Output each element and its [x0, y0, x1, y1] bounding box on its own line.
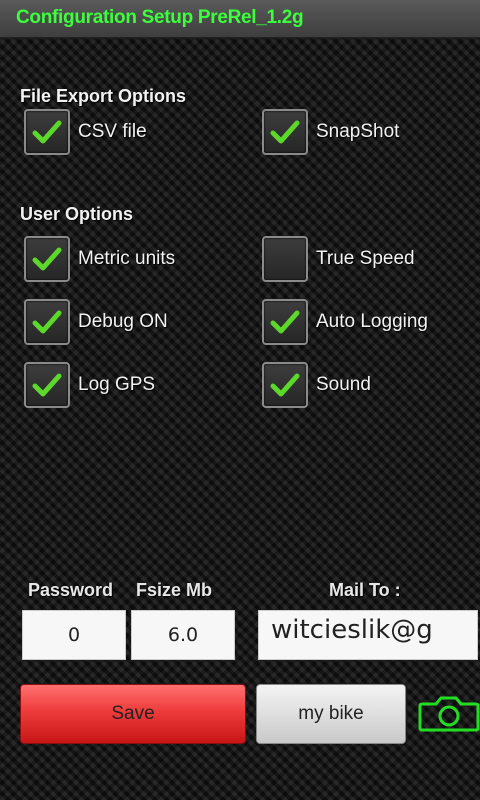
check-icon [32, 120, 62, 144]
app-title: Configuration Setup PreRel_1.2g [16, 7, 304, 28]
checkbox-label: Debug ON [78, 311, 168, 332]
check-icon [32, 247, 62, 271]
checkbox-label: True Speed [316, 248, 415, 269]
user-options-heading: User Options [20, 204, 134, 224]
checkbox-box[interactable] [262, 109, 308, 155]
checkbox-box[interactable] [262, 362, 308, 408]
password-input[interactable]: 0 [22, 610, 126, 660]
checkbox-box[interactable] [262, 236, 308, 282]
my-bike-button[interactable]: my bike [256, 684, 406, 744]
checkbox-box[interactable] [24, 362, 70, 408]
log-gps-checkbox[interactable]: Log GPS [24, 362, 155, 408]
checkbox-label: Log GPS [78, 374, 156, 395]
auto-logging-checkbox[interactable]: Auto Logging [262, 299, 428, 345]
check-icon [270, 120, 300, 144]
true-speed-checkbox[interactable]: True Speed [262, 236, 415, 282]
checkbox-label: SnapShot [316, 121, 400, 142]
checkbox-label: Sound [316, 374, 371, 395]
check-icon [32, 310, 62, 334]
checkbox-label: Metric units [78, 248, 176, 269]
metric-units-checkbox[interactable]: Metric units [24, 236, 175, 282]
checkbox-box[interactable] [24, 109, 70, 155]
fsize-label: Fsize Mb [136, 580, 213, 600]
fsize-input[interactable]: 6.0 [131, 610, 235, 660]
checkbox-box[interactable] [24, 236, 70, 282]
checkbox-label: CSV file [78, 121, 147, 142]
checkbox-label: Auto Logging [316, 311, 428, 332]
checkbox-box[interactable] [24, 299, 70, 345]
title-bar: Configuration Setup PreRel_1.2g [0, 0, 480, 38]
camera-icon[interactable] [418, 694, 480, 732]
mail-to-label: Mail To : [329, 580, 401, 600]
save-button[interactable]: Save [20, 684, 246, 744]
check-icon [270, 373, 300, 397]
debug-on-checkbox[interactable]: Debug ON [24, 299, 168, 345]
sound-checkbox[interactable]: Sound [262, 362, 371, 408]
file-export-heading: File Export Options [20, 86, 187, 106]
snapshot-checkbox[interactable]: SnapShot [262, 109, 399, 155]
password-label: Password [28, 580, 114, 600]
checkbox-box[interactable] [262, 299, 308, 345]
check-icon [32, 373, 62, 397]
check-icon [270, 310, 300, 334]
csv-file-checkbox[interactable]: CSV file [24, 109, 147, 155]
mail-to-input[interactable]: witcieslik@g [258, 610, 478, 660]
